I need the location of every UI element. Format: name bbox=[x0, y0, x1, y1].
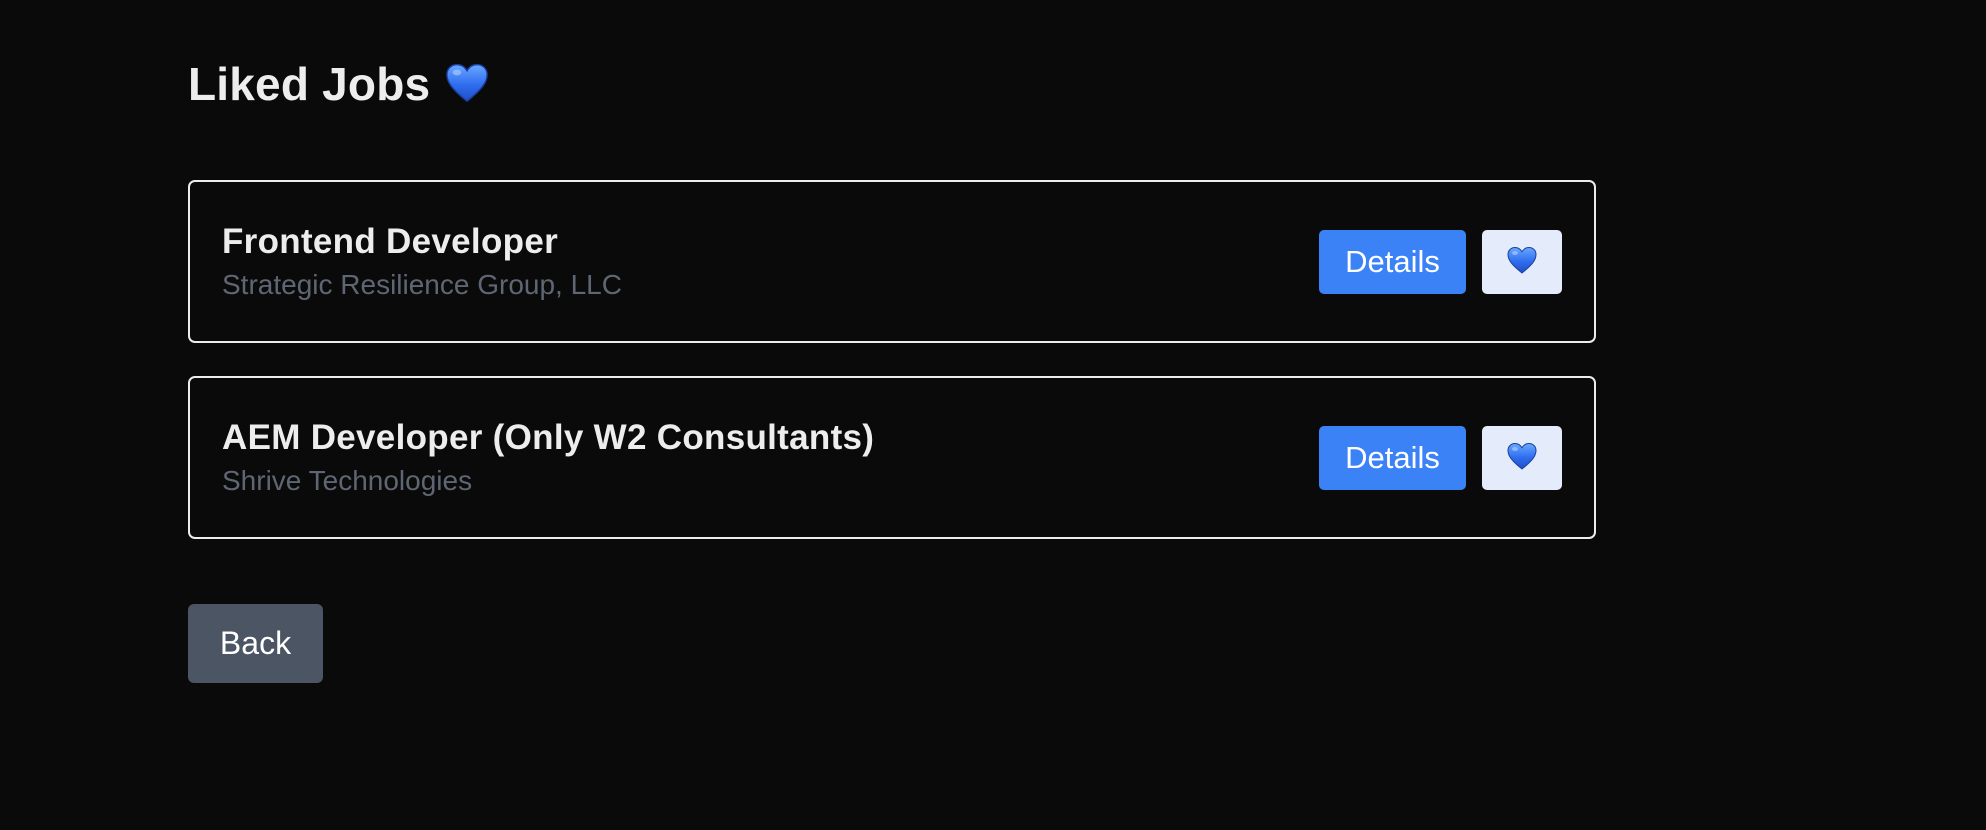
job-actions: Details bbox=[1319, 230, 1562, 294]
details-button[interactable]: Details bbox=[1319, 230, 1466, 294]
unlike-button[interactable] bbox=[1482, 426, 1562, 490]
blue-heart-icon bbox=[1506, 441, 1538, 476]
job-list: Frontend Developer Strategic Resilience … bbox=[188, 180, 1596, 572]
job-title: Frontend Developer bbox=[222, 222, 559, 261]
unlike-button[interactable] bbox=[1482, 230, 1562, 294]
job-info: AEM Developer (Only W2 Consultants) Shri… bbox=[222, 416, 874, 500]
details-button[interactable]: Details bbox=[1319, 426, 1466, 490]
title-row: Liked Jobs bbox=[188, 56, 490, 112]
blue-heart-icon bbox=[444, 61, 490, 107]
job-company: Shrive Technologies bbox=[222, 465, 473, 496]
job-company: Strategic Resilience Group, LLC bbox=[222, 269, 622, 300]
back-button[interactable]: Back bbox=[188, 604, 323, 683]
job-card: AEM Developer (Only W2 Consultants) Shri… bbox=[188, 376, 1596, 539]
blue-heart-icon bbox=[1506, 245, 1538, 280]
job-card: Frontend Developer Strategic Resilience … bbox=[188, 180, 1596, 343]
page-title: Liked Jobs bbox=[188, 58, 431, 110]
job-title: AEM Developer (Only W2 Consultants) bbox=[222, 418, 875, 457]
job-info: Frontend Developer Strategic Resilience … bbox=[222, 220, 622, 304]
job-actions: Details bbox=[1319, 426, 1562, 490]
